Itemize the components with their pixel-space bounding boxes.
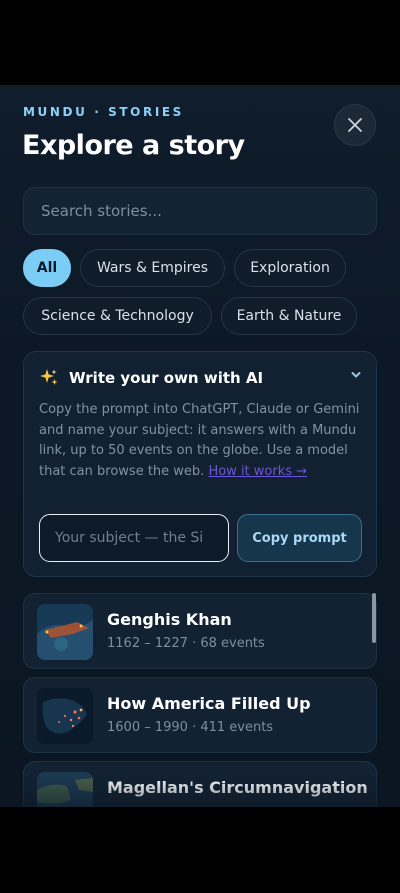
story-thumbnail	[37, 772, 93, 807]
brand-label: MUNDU · STORIES	[23, 105, 184, 119]
ai-description-text: Copy the prompt into ChatGPT, Claude or …	[39, 402, 360, 479]
search-box[interactable]	[23, 187, 377, 235]
subject-field[interactable]	[39, 514, 229, 562]
ai-card-description: Copy the prompt into ChatGPT, Claude or …	[39, 400, 365, 482]
ai-prompt-card: Write your own with AI Copy the prompt i…	[23, 351, 377, 577]
story-card-genghis-khan[interactable]: Genghis Khan 1162 – 1227 · 68 events	[23, 593, 377, 669]
story-meta: 1600 – 1990 · 411 events	[107, 720, 274, 735]
filter-chip-all[interactable]: All	[23, 249, 71, 287]
filter-chip-exploration[interactable]: Exploration	[234, 249, 346, 287]
story-title: Genghis Khan	[107, 610, 232, 629]
search-input[interactable]	[39, 201, 361, 221]
filter-chip-earth-nature[interactable]: Earth & Nature	[221, 297, 357, 335]
chevron-down-icon[interactable]	[351, 371, 361, 379]
ai-card-title: Write your own with AI	[69, 369, 264, 387]
subject-input[interactable]	[53, 529, 215, 547]
filter-chip-wars-empires[interactable]: Wars & Empires	[80, 249, 225, 287]
story-card-magellan[interactable]: Magellan's Circumnavigation	[23, 761, 377, 807]
story-title: How America Filled Up	[107, 694, 311, 713]
copy-prompt-button[interactable]: Copy prompt	[237, 514, 362, 562]
ai-card-header[interactable]: Write your own with AI	[39, 368, 263, 388]
story-card-how-america-filled-up[interactable]: How America Filled Up 1600 – 1990 · 411 …	[23, 677, 377, 753]
sparkles-icon	[40, 369, 58, 385]
story-thumbnail	[37, 604, 93, 660]
how-it-works-link[interactable]: How it works →	[208, 464, 307, 479]
page-title: Explore a story	[22, 130, 245, 161]
story-title: Magellan's Circumnavigation	[107, 778, 368, 797]
story-meta: 1162 – 1227 · 68 events	[107, 636, 265, 651]
close-button[interactable]	[334, 104, 376, 146]
story-thumbnail	[37, 688, 93, 744]
close-icon	[348, 118, 362, 132]
filter-chip-science-technology[interactable]: Science & Technology	[23, 297, 212, 335]
stories-screen: MUNDU · STORIES Explore a story All Wars…	[0, 85, 400, 807]
scrollbar-thumb[interactable]	[372, 593, 376, 643]
